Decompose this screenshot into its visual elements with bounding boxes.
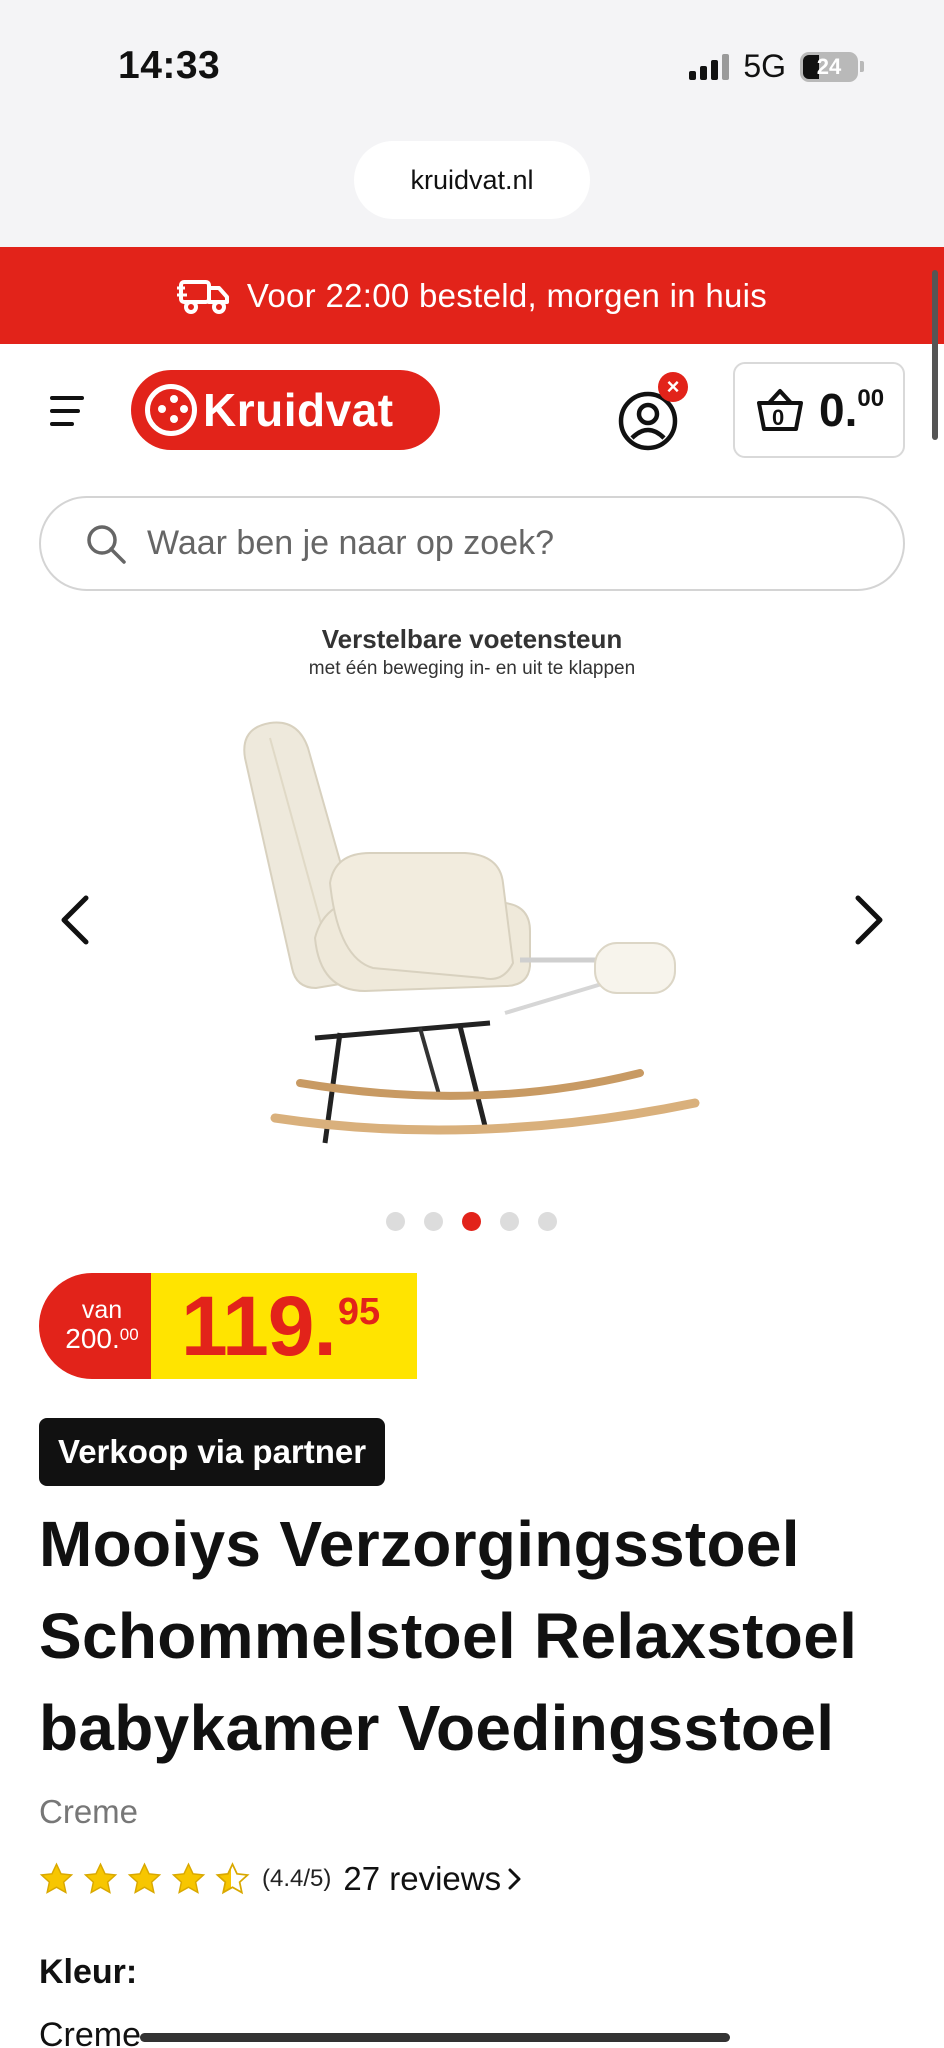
gallery-dot-active[interactable] xyxy=(462,1212,481,1231)
gallery-dot[interactable] xyxy=(386,1212,405,1231)
image-caption-title: Verstelbare voetensteun xyxy=(321,624,623,654)
product-title: Mooiys Verzorgingsstoel Schommelstoel Re… xyxy=(39,1508,858,1764)
delivery-banner-text: Voor 22:00 besteld, morgen in huis xyxy=(246,276,768,314)
partner-badge: Verkoop via partner xyxy=(39,1418,386,1486)
old-price-value: 200. 00 xyxy=(65,1323,139,1355)
browser-chrome: 14:33 5G 24 kruidvat.nl xyxy=(0,0,944,247)
product-rating[interactable]: (4.4/5) 27 reviews xyxy=(39,1860,523,1898)
star-full-icon xyxy=(127,1861,162,1894)
product-gallery[interactable]: Verstelbare voetensteun met één beweging… xyxy=(0,608,944,1248)
rating-score: (4.4/5) xyxy=(262,1865,332,1892)
status-indicators: 5G 24 xyxy=(689,48,864,85)
battery-icon: 24 xyxy=(800,51,864,82)
status-time: 14:33 xyxy=(118,44,221,87)
color-label: Kleur: xyxy=(39,1953,138,1991)
gallery-dot[interactable] xyxy=(424,1212,443,1231)
delivery-truck-icon xyxy=(176,279,229,314)
current-price-dec: 95 xyxy=(337,1291,381,1333)
search-input[interactable]: Waar ben je naar op zoek? xyxy=(39,496,905,591)
url-bar[interactable]: kruidvat.nl xyxy=(354,141,590,219)
gallery-dot[interactable] xyxy=(500,1212,519,1231)
battery-level: 24 xyxy=(816,53,842,79)
price-block: van 200. 00 119. 95 xyxy=(39,1273,417,1379)
current-price: 119. 95 xyxy=(151,1273,417,1379)
star-half-icon xyxy=(215,1861,250,1894)
old-price-label: van xyxy=(81,1295,123,1324)
star-full-icon xyxy=(83,1861,118,1894)
star-full-icon xyxy=(39,1861,74,1894)
old-price: van 200. 00 xyxy=(39,1273,151,1379)
image-caption-subtitle: met één beweging in- en uit te klappen xyxy=(308,658,636,679)
cart-total: 0. 00 xyxy=(819,384,885,436)
reviews-link[interactable]: 27 reviews xyxy=(343,1860,501,1898)
previous-image-arrow-icon[interactable] xyxy=(56,890,96,950)
next-image-arrow-icon[interactable] xyxy=(848,890,888,950)
product-image xyxy=(243,721,700,1144)
cart-count: 0 xyxy=(772,405,785,430)
logo-mark-icon xyxy=(145,384,197,436)
chevron-right-icon xyxy=(508,1868,521,1890)
current-price-int: 119. xyxy=(181,1279,337,1373)
site-header: Kruidvat × 0 0. 00 xyxy=(0,344,944,474)
signal-icon xyxy=(689,53,730,80)
search-icon xyxy=(87,524,126,564)
gallery-pagination xyxy=(386,1212,557,1231)
star-full-icon xyxy=(171,1861,206,1894)
home-indicator[interactable] xyxy=(140,2033,730,2042)
kruidvat-logo[interactable]: Kruidvat xyxy=(131,370,440,450)
logo-text: Kruidvat xyxy=(203,384,394,436)
delivery-banner[interactable]: Voor 22:00 besteld, morgen in huis xyxy=(0,247,944,344)
menu-icon[interactable] xyxy=(50,396,86,426)
color-value[interactable]: Creme xyxy=(39,2016,141,2048)
search-placeholder: Waar ben je naar op zoek? xyxy=(147,524,554,562)
cart-button[interactable]: 0 0. 00 xyxy=(733,362,905,458)
network-type: 5G xyxy=(743,48,786,84)
rating-stars xyxy=(39,1861,250,1897)
basket-icon: 0 xyxy=(755,387,805,433)
account-status-badge: × xyxy=(658,372,688,402)
product-variant: Creme xyxy=(39,1793,139,1830)
gallery-dot[interactable] xyxy=(538,1212,557,1231)
